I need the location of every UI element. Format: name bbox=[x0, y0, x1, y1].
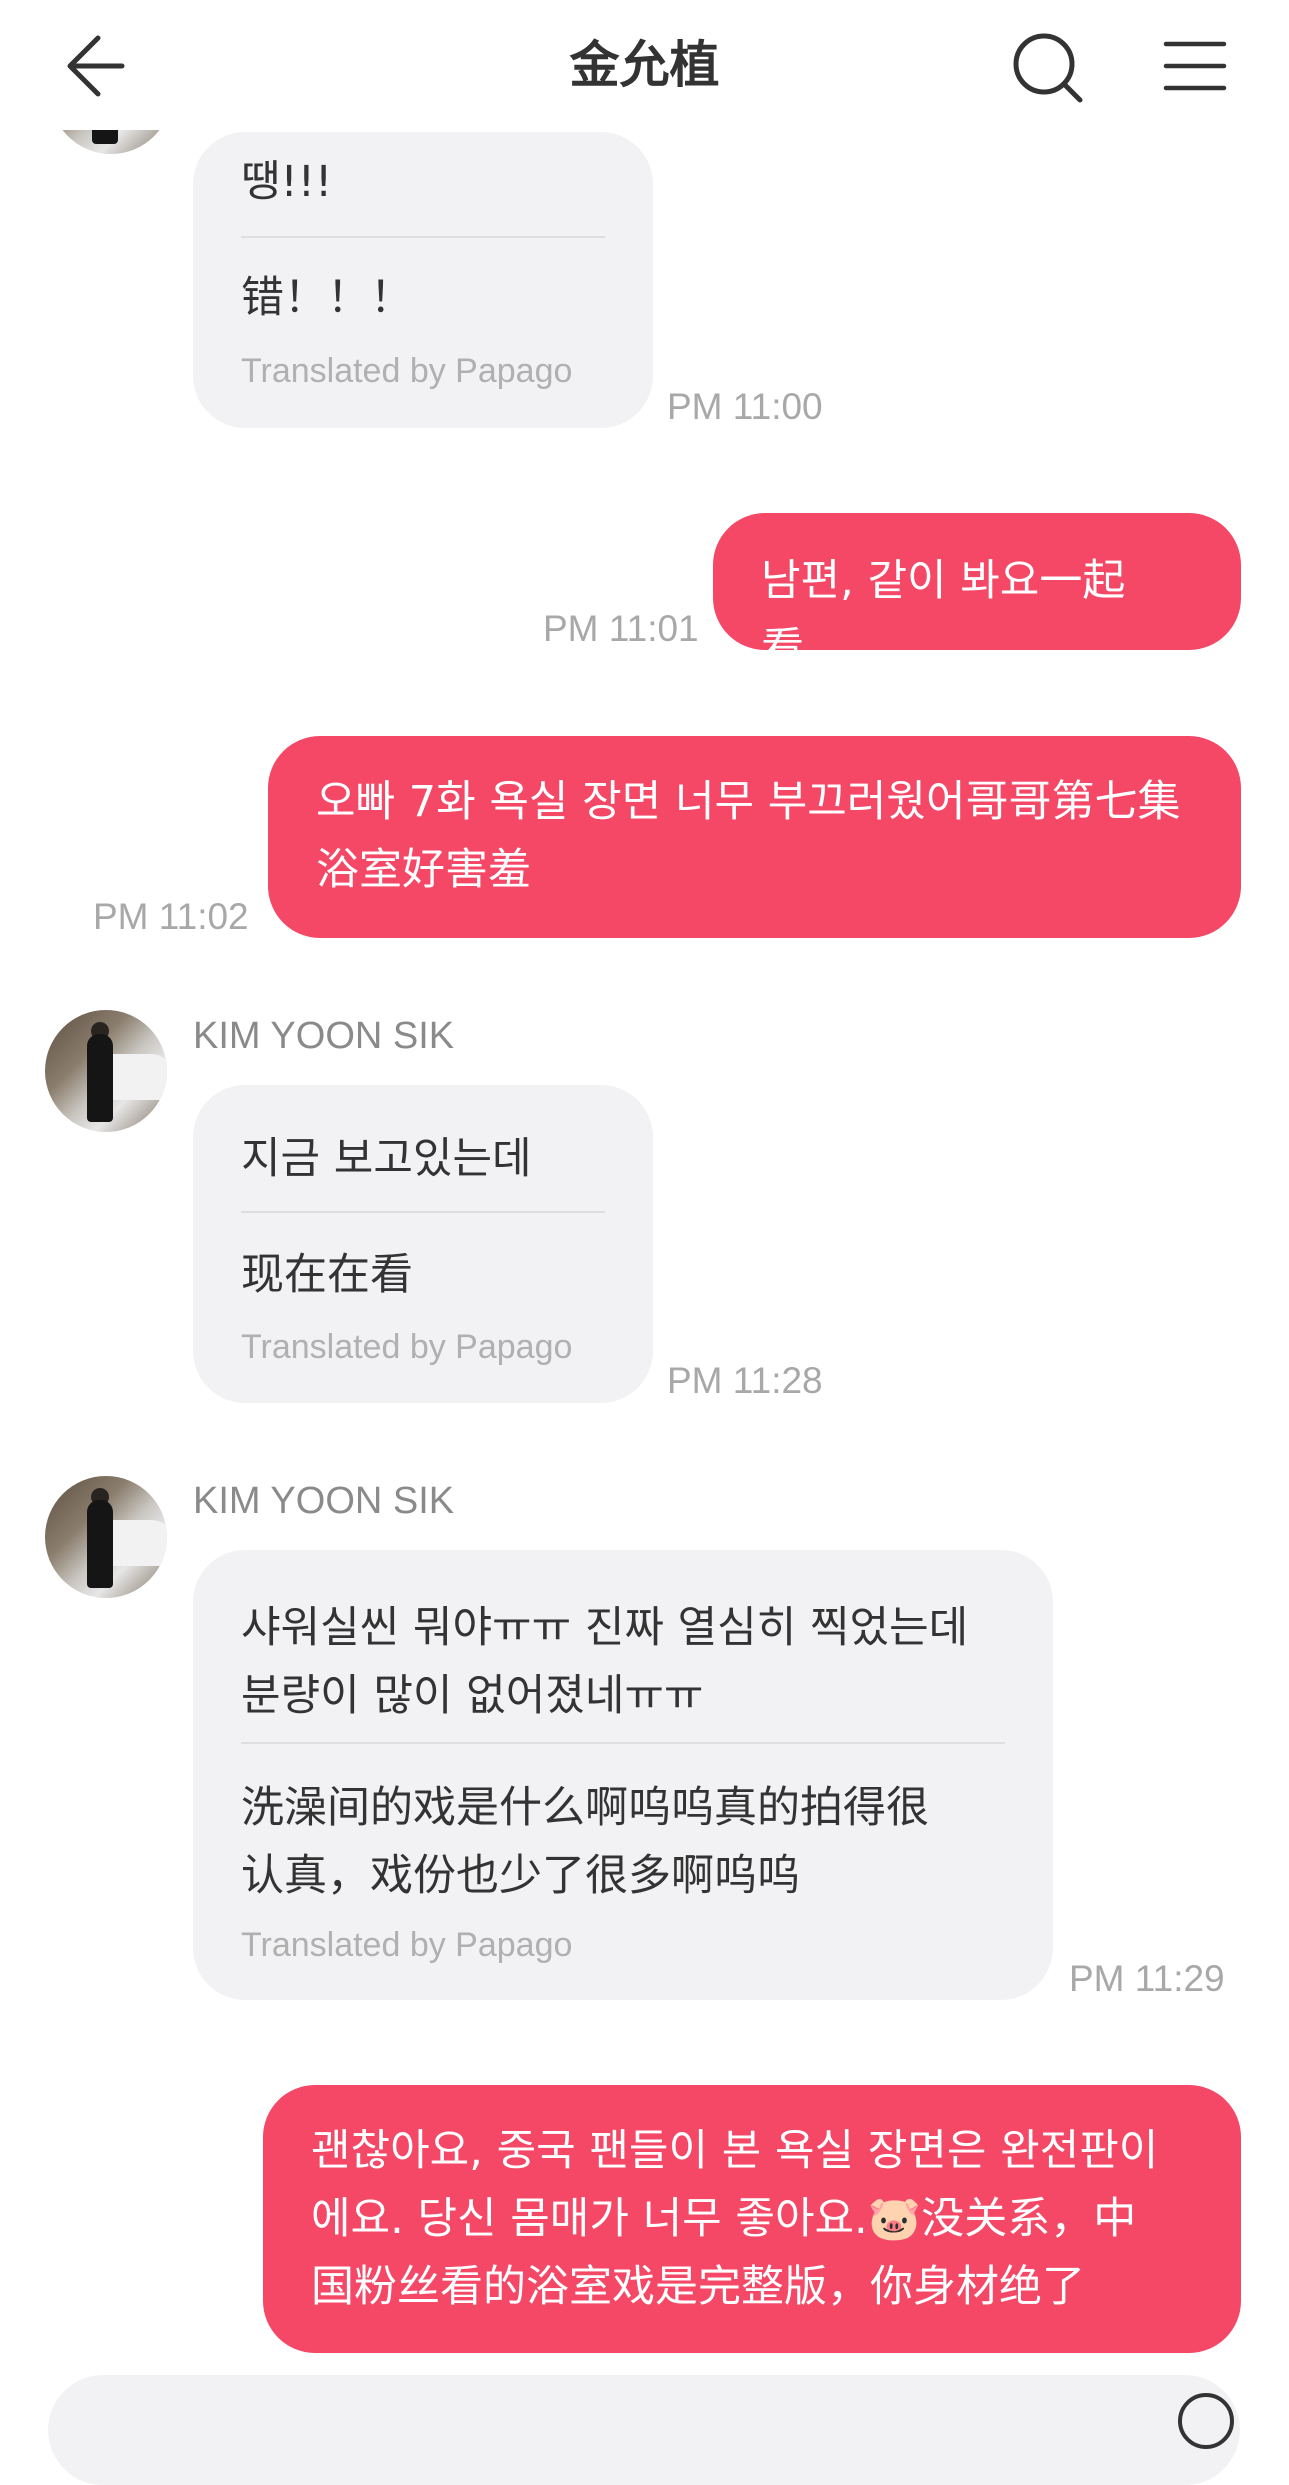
message-time: PM 11:02 bbox=[93, 896, 249, 937]
menu-icon[interactable] bbox=[1160, 30, 1230, 100]
message-bubble-incoming[interactable]: 땡!!! 错！！！ Translated by Papago bbox=[193, 132, 653, 428]
translated-by-label: Translated by Papago bbox=[241, 352, 573, 390]
message-original-text: 샤워실씬 뭐야ㅠㅠ 진짜 열심히 찍었는데 분량이 많이 없어졌네ㅠㅠ bbox=[241, 1603, 969, 1721]
message-time: PM 11:00 bbox=[667, 386, 823, 427]
message-text: 괜찮아요, 중국 팬들이 본 욕실 장면은 완전판이 에요. 당신 몸매가 너무… bbox=[311, 2126, 1159, 2312]
message-time: PM 11:28 bbox=[667, 1360, 823, 1401]
sender-name: KIM YOON SIK bbox=[193, 1015, 455, 1057]
translated-by-label: Translated by Papago bbox=[241, 1926, 573, 1964]
translated-by-label: Translated by Papago bbox=[241, 1328, 573, 1366]
message-bubble-incoming[interactable]: 지금 보고있는데 现在在看 Translated by Papago bbox=[193, 1085, 653, 1403]
message-translation-text: 现在在看 bbox=[241, 1250, 413, 1300]
message-translation-text: 错！！！ bbox=[241, 273, 413, 323]
sender-name: KIM YOON SIK bbox=[193, 1480, 455, 1522]
message-time: PM 11:29 bbox=[1069, 1958, 1225, 1999]
translation-divider bbox=[241, 1742, 1005, 1744]
message-bubble-outgoing[interactable]: 남편, 같이 봐요一起看， bbox=[713, 513, 1241, 674]
emoji-icon[interactable] bbox=[1178, 2393, 1234, 2449]
message-text: 남편, 같이 봐요一起看， bbox=[761, 556, 1126, 674]
message-text: 오빠 7화 욕실 장면 너무 부끄러웠어哥哥第七集 浴室好害羞 bbox=[316, 777, 1181, 895]
message-bubble-incoming[interactable]: 샤워실씬 뭐야ㅠㅠ 진짜 열심히 찍었는데 분량이 많이 없어졌네ㅠㅠ 洗澡间的… bbox=[193, 1550, 1053, 2000]
message-bubble-outgoing[interactable]: 괜찮아요, 중국 팬들이 본 욕실 장면은 완전판이 에요. 당신 몸매가 너무… bbox=[263, 2085, 1241, 2353]
avatar[interactable] bbox=[45, 1010, 167, 1132]
search-icon[interactable] bbox=[1010, 30, 1086, 106]
chat-header: 金允植 bbox=[0, 0, 1289, 130]
message-bubble-outgoing[interactable]: 오빠 7화 욕실 장면 너무 부끄러웠어哥哥第七集 浴室好害羞 bbox=[268, 736, 1241, 938]
message-time: PM 11:01 bbox=[543, 608, 699, 649]
message-original-text: 지금 보고있는데 bbox=[241, 1134, 532, 1184]
message-original-text: 땡!!! bbox=[241, 157, 333, 207]
avatar[interactable] bbox=[45, 1476, 167, 1598]
translation-divider bbox=[241, 236, 605, 238]
chat-title: 金允植 bbox=[569, 36, 720, 94]
message-input-bar[interactable] bbox=[48, 2375, 1240, 2485]
message-translation-text: 洗澡间的戏是什么啊呜呜真的拍得很 认真，戏份也少了很多啊呜呜 bbox=[241, 1783, 929, 1901]
translation-divider bbox=[241, 1211, 605, 1213]
